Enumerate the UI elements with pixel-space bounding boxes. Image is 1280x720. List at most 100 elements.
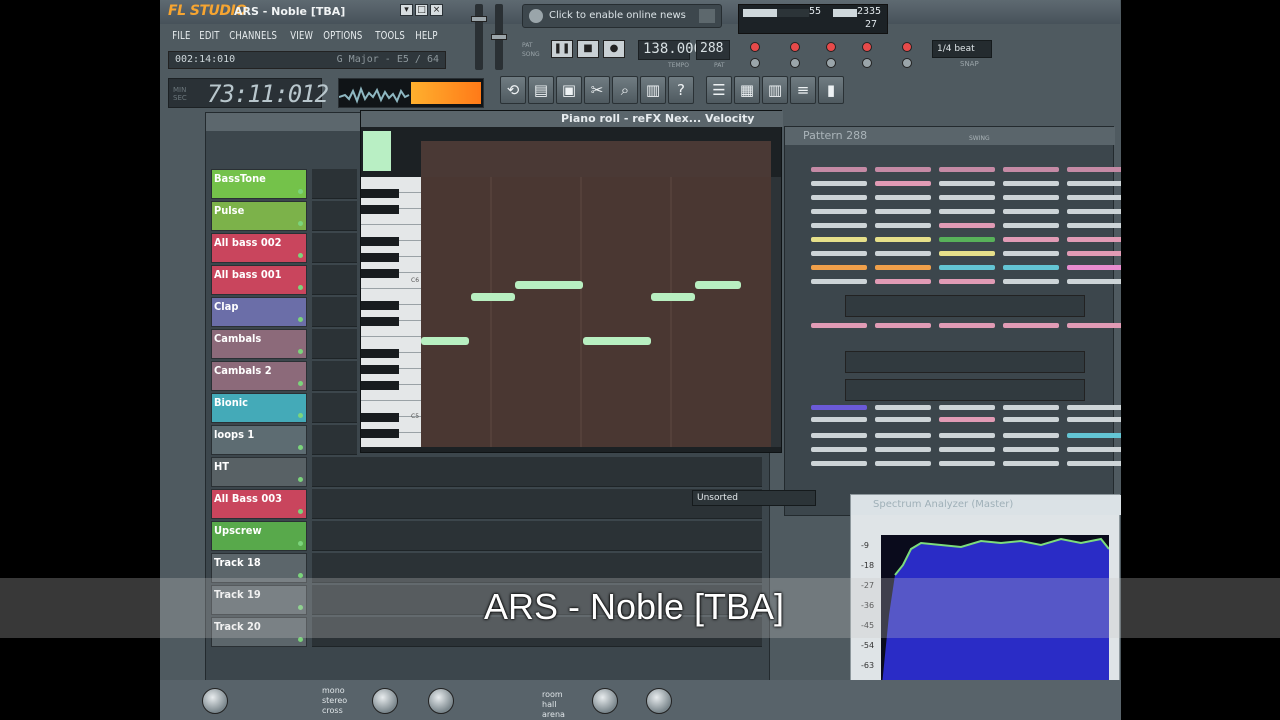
playlist-lane[interactable] xyxy=(312,201,357,231)
pattern-number-display[interactable]: 288 xyxy=(696,40,730,60)
undo-icon[interactable]: ⟲ xyxy=(500,76,526,104)
channel-button[interactable]: All bass 001 xyxy=(211,265,307,295)
playlist-lane[interactable] xyxy=(312,521,762,551)
menu-options[interactable]: OPTIONS xyxy=(319,27,367,47)
channel-button[interactable]: All Bass 003 xyxy=(211,489,307,519)
channel-led[interactable] xyxy=(298,189,303,194)
loop-led[interactable] xyxy=(902,42,912,52)
song-position-display[interactable]: MIN SEC 73:11:012 xyxy=(168,78,329,108)
maximize-button[interactable]: □ xyxy=(415,4,428,16)
playlist-lane[interactable] xyxy=(312,169,357,199)
countdown-led[interactable] xyxy=(790,42,800,52)
black-key[interactable] xyxy=(361,381,399,390)
record-button[interactable]: ● xyxy=(603,40,625,58)
graph-editor-row[interactable] xyxy=(845,295,1085,317)
channel-button[interactable]: Bionic xyxy=(211,393,307,423)
multilink-led[interactable] xyxy=(862,58,872,68)
record-mode-led[interactable] xyxy=(862,42,872,52)
note-grid[interactable] xyxy=(421,177,771,447)
playlist-lane[interactable] xyxy=(312,329,357,359)
pattern-step-row[interactable] xyxy=(789,279,1121,285)
typing-keyboard-led[interactable] xyxy=(790,58,800,68)
black-key[interactable] xyxy=(361,269,399,278)
room-option[interactable]: room xyxy=(542,690,563,699)
pattern-step-row[interactable] xyxy=(789,209,1121,215)
black-key[interactable] xyxy=(361,301,399,310)
menu-edit[interactable]: EDIT xyxy=(195,27,224,47)
channel-led[interactable] xyxy=(298,253,303,258)
channel-button[interactable]: Upscrew xyxy=(211,521,307,551)
channel-button[interactable]: Pulse xyxy=(211,201,307,231)
tempo-display[interactable]: 138.000 xyxy=(638,40,702,60)
black-key[interactable] xyxy=(361,429,399,438)
note[interactable] xyxy=(421,337,469,345)
menu-file[interactable]: FILE xyxy=(168,27,195,47)
news-dropdown-icon[interactable] xyxy=(699,9,715,23)
close-button[interactable]: × xyxy=(430,4,443,16)
step-edit-led[interactable] xyxy=(826,42,836,52)
note[interactable] xyxy=(651,293,695,301)
menu-tools[interactable]: TOOLS xyxy=(371,27,409,47)
black-key[interactable] xyxy=(361,205,399,214)
piano-roll-timeline[interactable] xyxy=(421,141,771,177)
channel-button[interactable]: Clap xyxy=(211,297,307,327)
channel-button[interactable]: BassTone xyxy=(211,169,307,199)
master-volume-handle[interactable] xyxy=(471,16,487,22)
clipboard-icon[interactable]: ▥ xyxy=(640,76,666,104)
pattern-step-row[interactable] xyxy=(789,405,1121,411)
pattern-step-row[interactable] xyxy=(789,433,1121,439)
graph-editor-row[interactable] xyxy=(845,351,1085,373)
disk-icon[interactable]: ▣ xyxy=(556,76,582,104)
hall-option[interactable]: hall xyxy=(542,700,556,709)
playlist-lane[interactable] xyxy=(312,233,357,263)
search-icon[interactable]: ⌕ xyxy=(612,76,638,104)
menu-view[interactable]: VIEW xyxy=(286,27,317,47)
pattern-step-row[interactable] xyxy=(789,195,1121,201)
playlist-lane[interactable] xyxy=(312,361,357,391)
arena-option[interactable]: arena xyxy=(542,710,565,719)
overdub-led[interactable] xyxy=(902,58,912,68)
channel-button[interactable]: All bass 002 xyxy=(211,233,307,263)
channel-led[interactable] xyxy=(298,317,303,322)
channel-led[interactable] xyxy=(298,221,303,226)
piano-roll-icon[interactable]: ▥ xyxy=(762,76,788,104)
note[interactable] xyxy=(471,293,515,301)
black-key[interactable] xyxy=(361,317,399,326)
channel-button[interactable]: loops 1 xyxy=(211,425,307,455)
note[interactable] xyxy=(515,281,583,289)
pattern-step-row[interactable] xyxy=(789,181,1121,187)
playlist-lane[interactable] xyxy=(312,425,357,455)
menu-help[interactable]: HELP xyxy=(411,27,442,47)
graph-editor-row[interactable] xyxy=(845,379,1085,401)
pattern-step-row[interactable] xyxy=(789,323,1121,329)
help-icon[interactable]: ? xyxy=(668,76,694,104)
playlist-lane[interactable] xyxy=(312,297,357,327)
snap-selector[interactable]: 1/4 beat xyxy=(932,40,992,58)
channel-led[interactable] xyxy=(298,285,303,290)
note[interactable] xyxy=(583,337,651,345)
channel-led[interactable] xyxy=(298,381,303,386)
channel-led[interactable] xyxy=(298,445,303,450)
playlist-icon[interactable]: ☰ xyxy=(706,76,732,104)
blend-led[interactable] xyxy=(750,58,760,68)
black-key[interactable] xyxy=(361,189,399,198)
pattern-step-row[interactable] xyxy=(789,447,1121,453)
pattern-step-row[interactable] xyxy=(789,251,1121,257)
knob[interactable] xyxy=(646,688,672,714)
channel-led[interactable] xyxy=(298,509,303,514)
mixer-icon[interactable]: ▮ xyxy=(818,76,844,104)
master-volume-slider[interactable] xyxy=(475,4,483,70)
mono-option[interactable]: mono xyxy=(322,686,345,695)
black-key[interactable] xyxy=(361,237,399,246)
browser-icon[interactable]: ≡ xyxy=(790,76,816,104)
online-news-bar[interactable]: Click to enable online news xyxy=(522,4,722,28)
channel-led[interactable] xyxy=(298,349,303,354)
menu-channels[interactable]: CHANNELS xyxy=(225,27,281,47)
minimize-button[interactable]: ▾ xyxy=(400,4,413,16)
unsorted-dropdown[interactable]: Unsorted xyxy=(692,490,816,506)
step-sequencer-icon[interactable]: ▦ xyxy=(734,76,760,104)
pause-button[interactable]: ❚❚ xyxy=(551,40,573,58)
black-key[interactable] xyxy=(361,349,399,358)
black-key[interactable] xyxy=(361,253,399,262)
black-key[interactable] xyxy=(361,413,399,422)
